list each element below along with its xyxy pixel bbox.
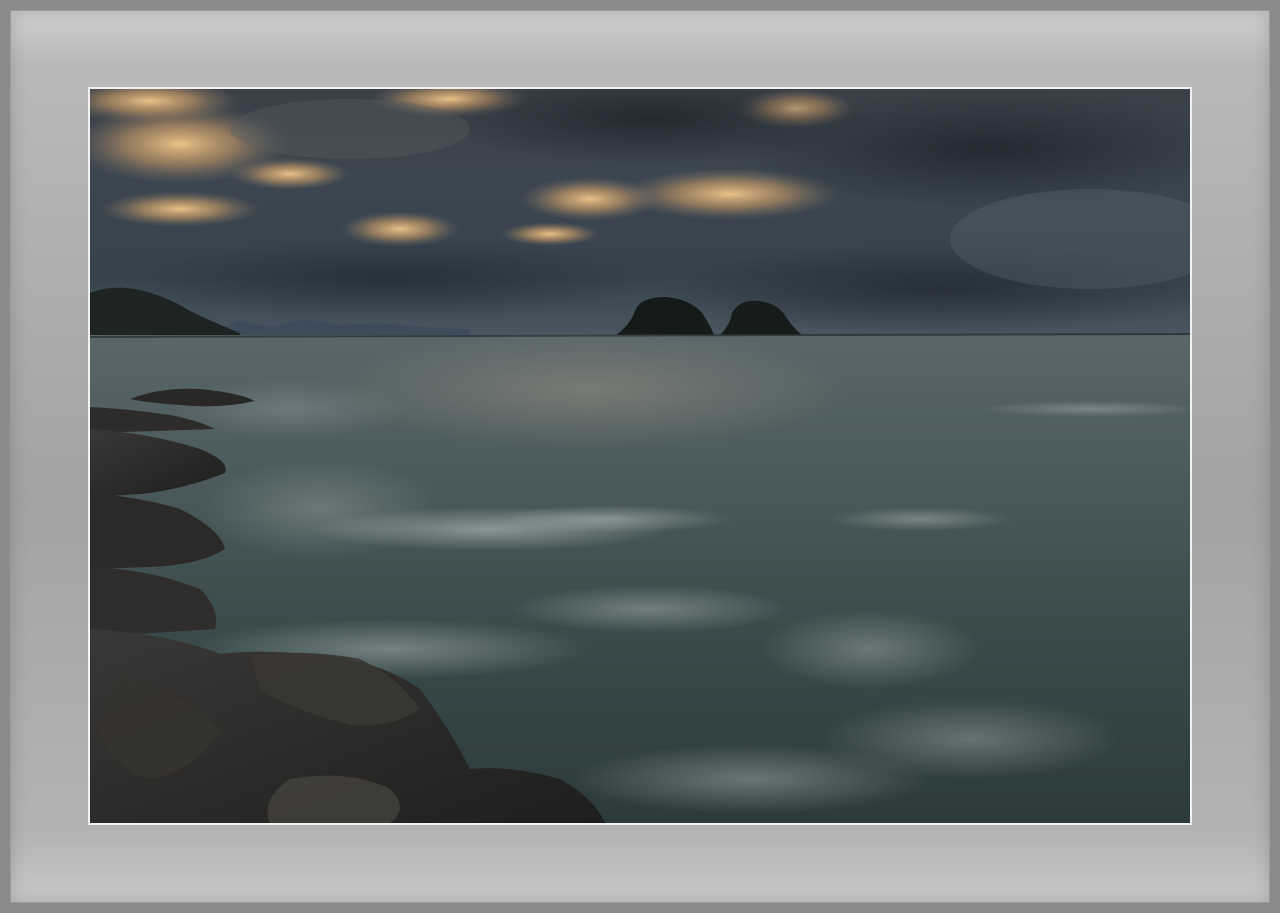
seascape-photo — [90, 89, 1190, 823]
